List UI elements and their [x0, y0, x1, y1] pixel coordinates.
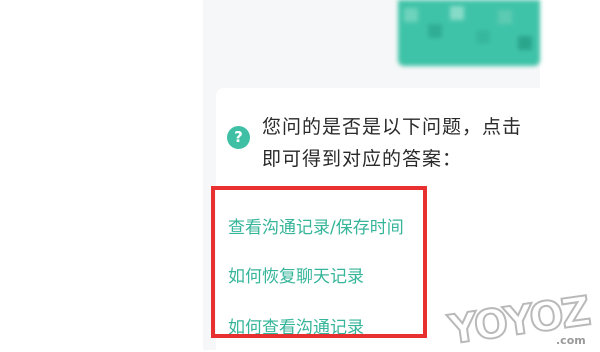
red-highlight-box	[211, 186, 427, 338]
user-message-bubble	[398, 0, 540, 66]
prompt-text-line-1: 您问的是否是以下问题，点击	[262, 116, 523, 138]
watermark-suffix: .com	[556, 334, 586, 347]
prompt-text-line-2: 即可得到对应的答案：	[262, 148, 463, 170]
question-mark-icon: ?	[227, 126, 250, 149]
watermark-logo: YOYOZ .com	[444, 287, 594, 352]
